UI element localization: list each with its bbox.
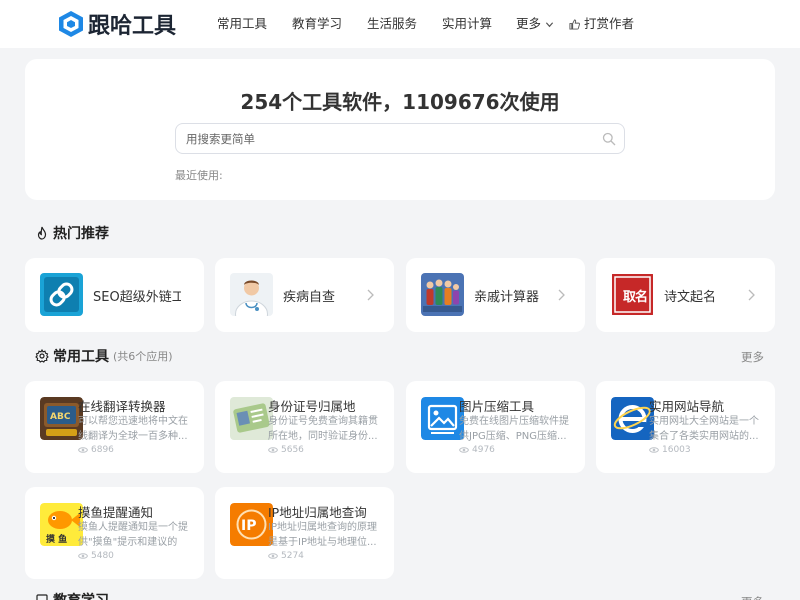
hero-panel: 254个工具软件，1109676次使用 最近使用: [25,59,775,200]
ip-icon: IP [230,503,273,546]
tool-card-id-lookup[interactable]: 身份证号归属地 身份证号免费查询其籍贯所在地，同时验证身份... 5656 [215,381,394,473]
tool-views: 16003 [649,445,691,455]
tool-views: 6896 [78,445,114,455]
tool-description: IP地址归属地查询的原理是基于IP地址与地理位... [268,522,377,548]
recent-used-label: 最近使用: [175,169,223,182]
tool-views-count: 5656 [281,445,304,455]
search-icon[interactable] [602,132,616,146]
id-card-icon [230,397,273,440]
tool-description: 摸鱼人提醒通知是一个提供"摸鱼"提示和建议的网... [78,522,188,548]
tool-title: 身份证号归属地 [268,399,356,414]
top-header: 跟哈工具 常用工具 教育学习 生活服务 实用计算 更多 打赏作者 [0,0,800,48]
hot-card-seo[interactable]: SEO超级外链工具 [25,258,204,332]
nav-donate-label: 打赏作者 [583,16,634,31]
site-logo[interactable]: 跟哈工具 [58,9,176,39]
chevron-right-icon [558,289,565,301]
family-icon [421,273,464,316]
tool-title: 图片压缩工具 [459,399,535,414]
eye-icon [78,553,88,559]
chevron-right-icon [748,289,755,301]
chevron-right-icon [367,289,374,301]
image-icon [421,397,464,440]
tool-views: 4976 [459,445,495,455]
tool-views-count: 6896 [91,445,114,455]
cube-logo-icon [59,11,83,37]
thumbs-up-icon [569,19,580,30]
eye-icon [78,447,88,453]
education-section-title: 教育学习 [53,590,109,600]
tool-card-translator[interactable]: ABC 在线翻译转换器 可以帮您迅速地将中文在线翻译为全球一百多种... 689… [25,381,204,473]
hot-card-relatives[interactable]: 亲戚计算器 [406,258,585,332]
tool-description: 身份证号免费查询其籍贯所在地，同时验证身份... [268,416,378,442]
common-section-title: 常用工具 [53,349,109,365]
tool-title: IP地址归属地查询 [268,505,367,520]
hot-section-title: 热门推荐 [53,226,109,242]
nav-donate[interactable]: 打赏作者 [569,0,634,48]
common-section-header: 常用工具 (共6个应用) [35,346,173,366]
nav-common-tools[interactable]: 常用工具 [217,0,267,48]
browser-e-icon [611,397,654,440]
tool-description: 可以帮您迅速地将中文在线翻译为全球一百多种... [78,416,188,442]
tool-description: 实用网址大全网站是一个集合了各类实用网站的... [649,416,759,442]
tool-card-ip-lookup[interactable]: IP IP地址归属地查询 IP地址归属地查询的原理是基于IP地址与地理位... … [215,487,394,579]
tool-card-site-nav[interactable]: 实用网站导航 实用网址大全网站是一个集合了各类实用网站的... 16003 [596,381,775,473]
education-section-header: 教育学习 [35,590,109,600]
fish-icon: 摸 鱼 [40,503,83,546]
tool-views: 5656 [268,445,304,455]
nav-more[interactable]: 更多 [516,0,554,48]
chevron-down-icon [545,22,554,28]
nav-life-services[interactable]: 生活服务 [367,0,417,48]
hero-title: 254个工具软件，1109676次使用 [240,90,560,114]
eye-icon [649,447,659,453]
book-icon [36,594,48,600]
tool-card-image-compress[interactable]: 图片压缩工具 免费在线图片压缩软件提供JPG压缩、PNG压缩... 4976 [406,381,585,473]
logo-text: 跟哈工具 [88,14,177,39]
svg-text:IP: IP [241,518,256,534]
hot-card-label: 诗文起名 [664,290,717,305]
eye-icon [268,447,278,453]
svg-text:摸 鱼: 摸 鱼 [46,533,67,545]
tool-views: 5274 [268,551,304,561]
common-more-link[interactable]: 更多 [741,349,764,365]
fire-icon [37,226,47,240]
tool-title: 摸鱼提醒通知 [78,505,154,520]
hot-card-disease[interactable]: 疾病自查 [215,258,394,332]
tool-description: 免费在线图片压缩软件提供JPG压缩、PNG压缩... [459,416,569,442]
tool-title: 在线翻译转换器 [78,399,166,414]
tool-card-slack-reminder[interactable]: 摸 鱼 摸鱼提醒通知 摸鱼人提醒通知是一个提供"摸鱼"提示和建议的网... 54… [25,487,204,579]
search-input[interactable] [186,124,586,153]
nav-calculators[interactable]: 实用计算 [442,0,492,48]
education-more-link[interactable]: 更多 [741,594,764,600]
translate-icon: ABC [40,397,83,440]
seal-name-icon: 取 名 [611,273,654,316]
hot-card-poem-naming[interactable]: 取 名 诗文起名 [596,258,775,332]
gear-icon [35,349,49,363]
eye-icon [268,553,278,559]
tool-views-count: 16003 [662,445,691,455]
nav-education[interactable]: 教育学习 [292,0,342,48]
search-box [175,123,625,154]
svg-text:ABC: ABC [50,412,71,422]
hot-card-label: SEO超级外链工具 [93,290,181,305]
eye-icon [459,447,469,453]
tool-views-count: 5274 [281,551,304,561]
tool-views: 5480 [78,551,114,561]
tool-views-count: 4976 [472,445,495,455]
hot-card-label: 亲戚计算器 [474,290,540,305]
svg-text:名: 名 [635,289,648,305]
chain-link-icon [40,273,83,316]
tool-title: 实用网站导航 [649,399,725,414]
hot-card-label: 疾病自查 [283,290,336,305]
hot-section-header: 热门推荐 [35,223,109,243]
doctor-icon [230,273,273,316]
common-section-count: (共6个应用) [113,350,173,363]
tool-views-count: 5480 [91,551,114,561]
nav-more-label: 更多 [516,16,542,31]
